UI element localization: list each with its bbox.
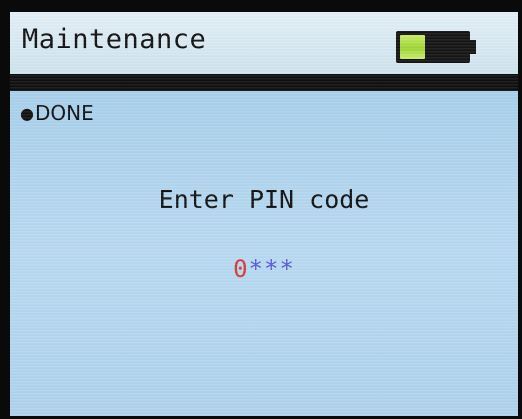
screen-title: Maintenance: [22, 24, 207, 55]
battery-level-fill: [400, 35, 425, 59]
battery-body: [396, 31, 470, 63]
status-label: DONE: [34, 101, 94, 125]
status-line: ● DONE: [20, 101, 94, 125]
content-area: ● DONE Enter PIN code 0***: [10, 91, 518, 416]
battery-icon: [396, 31, 476, 63]
status-bullet-icon: ●: [20, 103, 34, 123]
title-bar: Maintenance: [10, 12, 518, 74]
battery-tip: [470, 40, 476, 54]
lcd-screen: Maintenance ● DONE Enter PIN code 0***: [10, 12, 518, 416]
pin-active-digit[interactable]: 0: [233, 255, 248, 283]
pin-entry-field[interactable]: 0***: [10, 255, 518, 283]
pin-masked-digits: ***: [248, 255, 295, 283]
device-frame: Maintenance ● DONE Enter PIN code 0***: [0, 0, 522, 419]
header-divider: [10, 74, 518, 91]
pin-prompt: Enter PIN code: [158, 185, 370, 214]
